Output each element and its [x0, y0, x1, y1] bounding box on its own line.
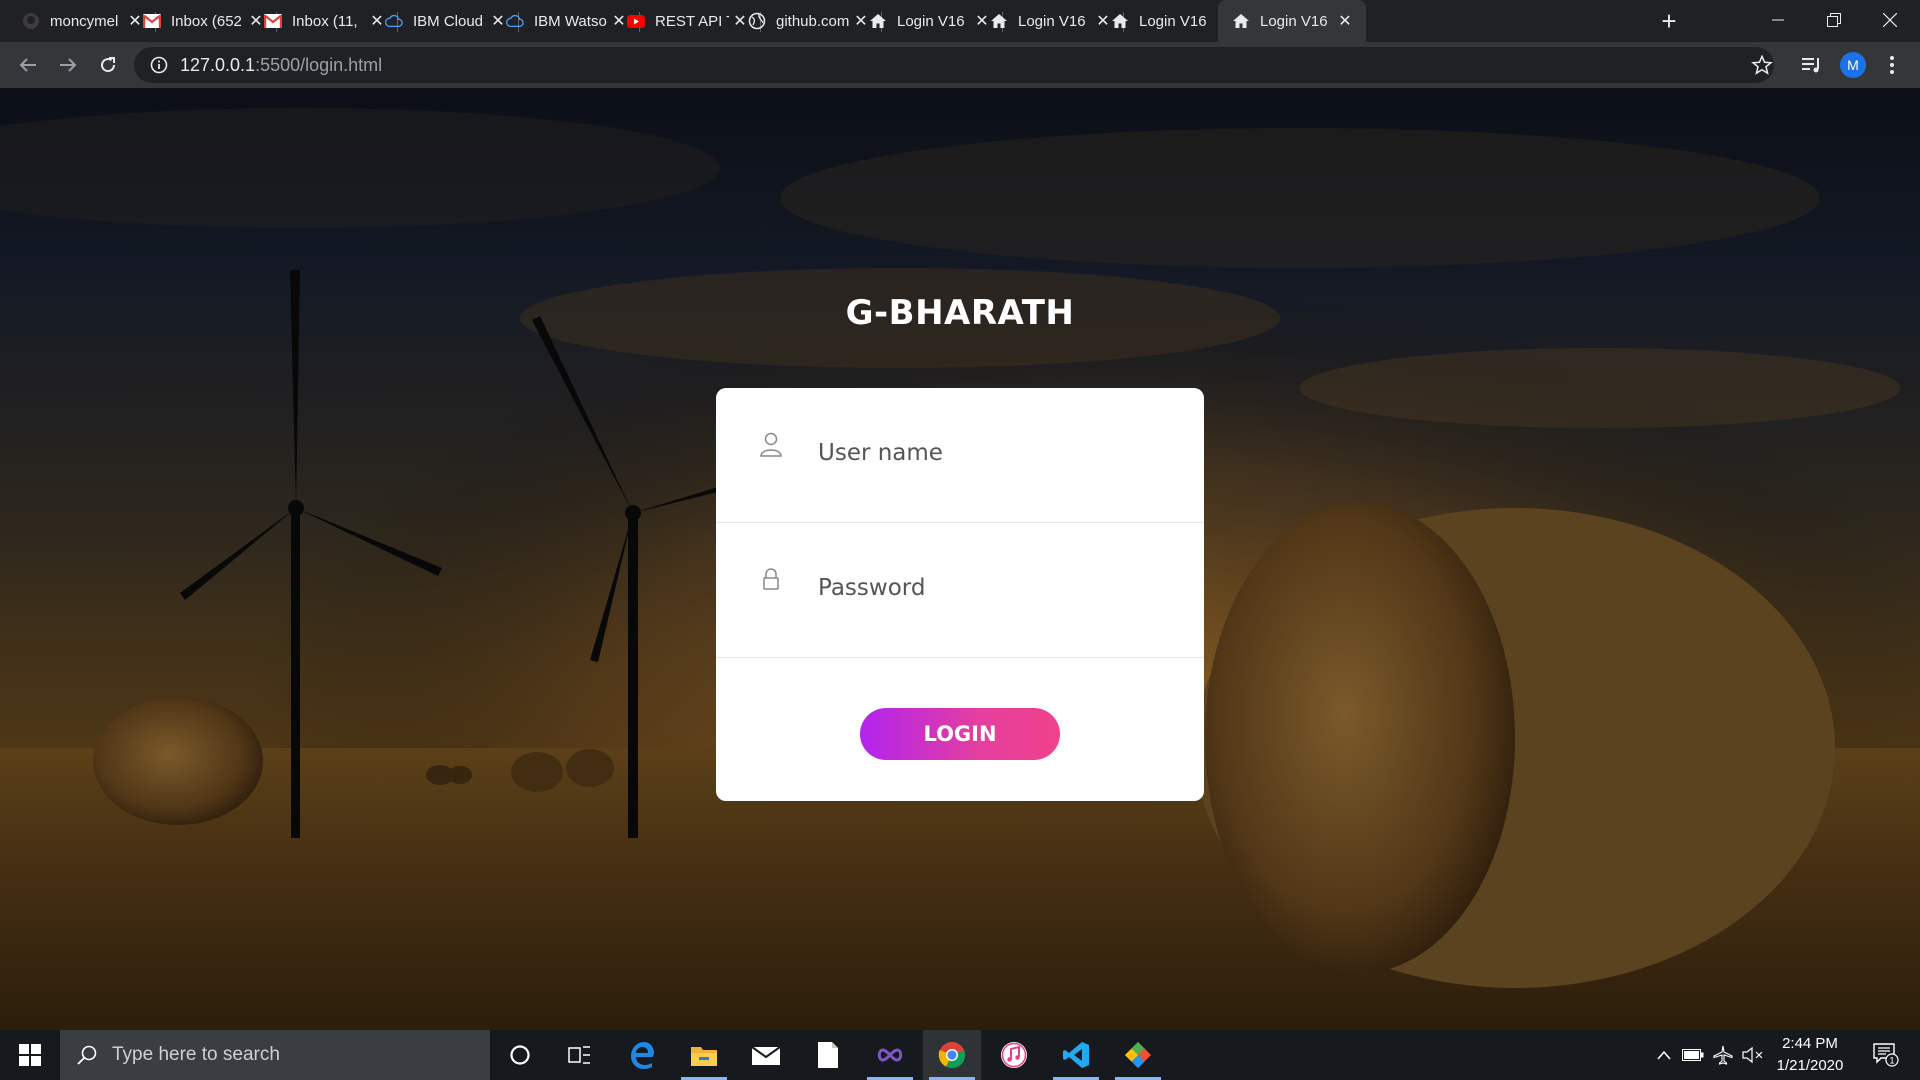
close-window-button[interactable]	[1860, 0, 1920, 40]
folder-icon	[691, 1047, 717, 1066]
airplane-icon	[1713, 1045, 1733, 1065]
username-row	[716, 388, 1204, 523]
bookmark-star-icon[interactable]	[1750, 55, 1774, 75]
username-input[interactable]	[816, 432, 1180, 474]
youtube-icon	[627, 12, 645, 30]
chrome-icon	[938, 1042, 966, 1069]
search-placeholder: Type here to search	[112, 1044, 280, 1065]
cortana-button[interactable]	[491, 1030, 549, 1080]
url-text: 127.0.0.1:5500/login.html	[180, 54, 383, 75]
chrome-app-icon[interactable]	[923, 1030, 981, 1080]
windows-taskbar: Type here to search 2:44 PM 1/21/2020 1	[0, 1030, 1920, 1080]
globe-icon	[748, 12, 766, 30]
browser-tab[interactable]: Login V16 ✕	[1218, 0, 1366, 42]
login-button[interactable]: LOGIN	[860, 708, 1060, 760]
profile-button[interactable]: M	[1839, 51, 1867, 79]
close-tab-icon[interactable]: ✕	[1334, 11, 1356, 31]
task-view-button[interactable]	[551, 1030, 609, 1080]
tab-title: Login V16	[897, 12, 965, 30]
tab-title: Login V16	[1018, 12, 1086, 30]
mail-envelope-icon	[751, 1046, 781, 1065]
tab-title: Inbox (652	[171, 12, 242, 30]
back-arrow-icon	[19, 58, 36, 72]
cortana-circle-icon	[510, 1045, 530, 1065]
address-bar[interactable]: 127.0.0.1:5500/login.html	[134, 47, 1774, 83]
tab-title: Login V16	[1260, 12, 1328, 30]
clock-date: 1/21/2020	[1776, 1057, 1844, 1074]
action-center-button[interactable]: 1	[1866, 1030, 1906, 1080]
infinity-icon	[877, 1048, 903, 1062]
notification-icon: 1	[1873, 1043, 1899, 1067]
tab-title: Inbox (11,	[292, 12, 358, 30]
ibm-cloud-icon	[506, 12, 524, 30]
password-row	[716, 523, 1204, 658]
minimize-button[interactable]	[1748, 0, 1808, 40]
taskbar-clock[interactable]: 2:44 PM 1/21/2020	[1765, 1030, 1855, 1080]
volume-tray-button[interactable]	[1740, 1030, 1766, 1080]
gmail-icon	[264, 12, 282, 30]
task-view-icon	[568, 1046, 590, 1064]
edge-app-icon[interactable]	[613, 1030, 671, 1080]
github-icon	[22, 12, 40, 30]
vscode-app-icon[interactable]	[1047, 1030, 1105, 1080]
playlist-icon	[1802, 58, 1819, 73]
brand-title: G-BHARATH	[845, 293, 1075, 333]
ibm-cloud-icon	[385, 12, 403, 30]
tab-title: github.com	[776, 12, 850, 30]
avatar: M	[1840, 52, 1866, 78]
notification-count-badge: 1	[1889, 1056, 1894, 1066]
airplane-mode-tray-button[interactable]	[1710, 1030, 1736, 1080]
info-icon[interactable]	[150, 56, 168, 74]
forward-button[interactable]	[54, 51, 82, 79]
notepad-app-icon[interactable]	[799, 1030, 857, 1080]
start-button[interactable]	[0, 1030, 60, 1080]
chevron-up-icon	[1657, 1050, 1671, 1060]
reload-icon	[101, 57, 116, 73]
kebab-menu-icon	[1890, 56, 1894, 74]
browser-toolbar: 127.0.0.1:5500/login.html M	[0, 42, 1920, 88]
mail-app-icon[interactable]	[737, 1030, 795, 1080]
battery-icon	[1682, 1049, 1704, 1061]
taskbar-search-box[interactable]: Type here to search	[60, 1030, 490, 1080]
home-icon	[1232, 12, 1250, 30]
new-tab-button[interactable]: +	[1654, 6, 1684, 36]
forward-arrow-icon	[60, 58, 77, 72]
browser-menu-button[interactable]	[1878, 51, 1906, 79]
tab-title: REST API T	[655, 12, 729, 30]
git-diamond-icon	[1125, 1042, 1151, 1068]
password-input[interactable]	[816, 567, 1180, 609]
tab-title: IBM Cloud	[413, 12, 484, 30]
clock-time: 2:44 PM	[1782, 1035, 1838, 1052]
show-hidden-icons-button[interactable]	[1652, 1030, 1676, 1080]
tab-title: moncymel	[50, 12, 119, 30]
media-control-button[interactable]	[1798, 51, 1826, 79]
vscode-icon	[1063, 1042, 1089, 1068]
infinity-app-icon[interactable]	[861, 1030, 919, 1080]
document-icon	[818, 1042, 838, 1068]
lock-icon	[763, 568, 779, 590]
battery-tray-button[interactable]	[1680, 1030, 1706, 1080]
gmail-icon	[143, 12, 161, 30]
edge-icon	[631, 1042, 654, 1069]
tab-title: Login V16	[1139, 12, 1207, 30]
itunes-app-icon[interactable]	[985, 1030, 1043, 1080]
tab-strip: moncymel ✕ Inbox (652 ✕ Inbox (11, ✕ IBM Cloud…	[0, 0, 1920, 42]
reload-button[interactable]	[94, 51, 122, 79]
login-card: LOGIN	[716, 388, 1204, 801]
windows-logo-icon	[19, 1044, 41, 1066]
user-icon	[760, 432, 782, 457]
home-icon	[869, 12, 887, 30]
speaker-muted-icon	[1742, 1046, 1763, 1064]
home-icon	[1111, 12, 1129, 30]
search-icon	[77, 1045, 97, 1065]
git-app-icon[interactable]	[1109, 1030, 1167, 1080]
back-button[interactable]	[14, 51, 42, 79]
music-note-icon	[1001, 1042, 1027, 1068]
home-icon	[990, 12, 1008, 30]
file-explorer-app-icon[interactable]	[675, 1030, 733, 1080]
restore-button[interactable]	[1804, 0, 1864, 40]
page-viewport: G-BHARATH LOGIN	[0, 88, 1920, 1030]
tab-title: IBM Watso	[534, 12, 607, 30]
